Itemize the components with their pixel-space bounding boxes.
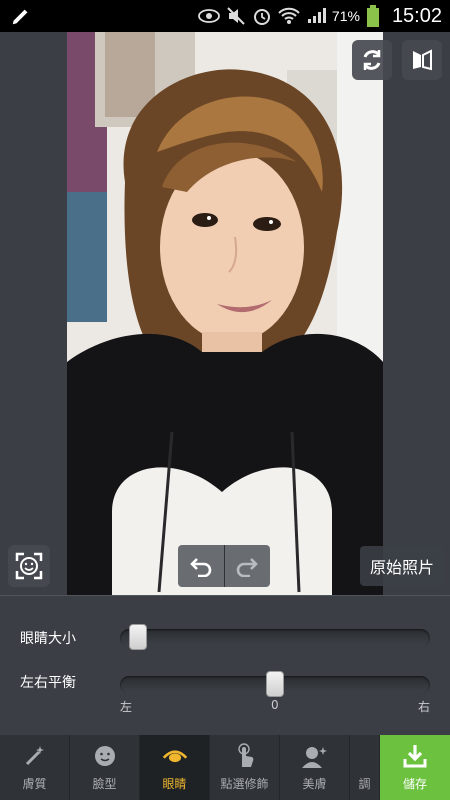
partial-icon <box>352 743 378 769</box>
wand-icon <box>25 746 44 766</box>
compare-button[interactable] <box>402 40 442 80</box>
eye-size-label: 眼睛大小 <box>20 631 76 647</box>
nav-partial-label: 調 <box>358 777 371 791</box>
eye-icon <box>162 750 187 763</box>
eye-icon <box>198 9 220 23</box>
undo-redo-group <box>178 545 270 587</box>
status-bar: 71% 15:02 <box>0 0 450 32</box>
photo-editor: 原始照片 <box>0 32 450 595</box>
beauty-icon <box>301 747 327 768</box>
undo-button[interactable] <box>178 545 224 587</box>
balance-center-label: 0 <box>271 698 279 712</box>
undo-icon <box>189 558 212 577</box>
tap-icon <box>237 743 253 767</box>
balance-thumb[interactable] <box>266 671 284 697</box>
balance-left-label: 左 <box>120 700 133 714</box>
rotate-button[interactable] <box>352 40 392 80</box>
nav-partial[interactable]: 調 <box>350 735 380 800</box>
adjustment-panel: 眼睛大小 左右平衡 左 0 右 <box>0 595 450 735</box>
nav-touch-up[interactable]: 點選修飾 <box>210 735 280 800</box>
balance-slider[interactable] <box>120 671 430 697</box>
battery-icon <box>366 5 379 27</box>
original-photo-button[interactable]: 原始照片 <box>360 546 444 586</box>
signal-icon <box>307 8 326 23</box>
nav-beauty-label: 美膚 <box>302 777 327 791</box>
mute-icon <box>227 7 245 25</box>
balance-label: 左右平衡 <box>20 675 76 691</box>
nav-face-shape[interactable]: 臉型 <box>70 735 140 800</box>
eye-size-slider[interactable] <box>120 624 430 650</box>
status-icons: 71% 15:02 <box>198 0 442 32</box>
nav-face-shape-label: 臉型 <box>92 777 117 791</box>
nav-eyes-label: 眼睛 <box>162 777 187 791</box>
save-button[interactable]: 儲存 <box>380 735 450 800</box>
nav-eyes[interactable]: 眼睛 <box>140 735 210 800</box>
nav-skin-label: 膚質 <box>22 777 47 791</box>
rotate-icon <box>363 50 381 70</box>
face-icon <box>94 746 115 766</box>
edited-photo[interactable] <box>67 32 383 595</box>
portrait-image <box>67 32 383 595</box>
bottom-nav: 膚質 臉型 眼睛 點選修飾 美膚 調 儲存 <box>0 735 450 800</box>
pencil-icon <box>12 9 28 25</box>
eye-size-thumb[interactable] <box>128 624 147 650</box>
nav-beauty[interactable]: 美膚 <box>280 735 350 800</box>
redo-icon <box>236 558 259 577</box>
nav-touch-up-label: 點選修飾 <box>220 777 269 791</box>
compare-icon <box>413 49 432 71</box>
face-detect-button[interactable] <box>8 545 50 587</box>
save-label: 儲存 <box>402 777 427 791</box>
battery-percent: 71% <box>331 8 360 24</box>
balance-right-label: 右 <box>418 700 431 714</box>
download-icon <box>403 745 427 768</box>
face-detect-icon <box>15 552 43 580</box>
nav-skin[interactable]: 膚質 <box>0 735 70 800</box>
wifi-icon <box>278 7 300 24</box>
alarm-icon <box>253 9 270 25</box>
clock: 15:02 <box>391 4 442 27</box>
redo-button[interactable] <box>223 545 271 587</box>
